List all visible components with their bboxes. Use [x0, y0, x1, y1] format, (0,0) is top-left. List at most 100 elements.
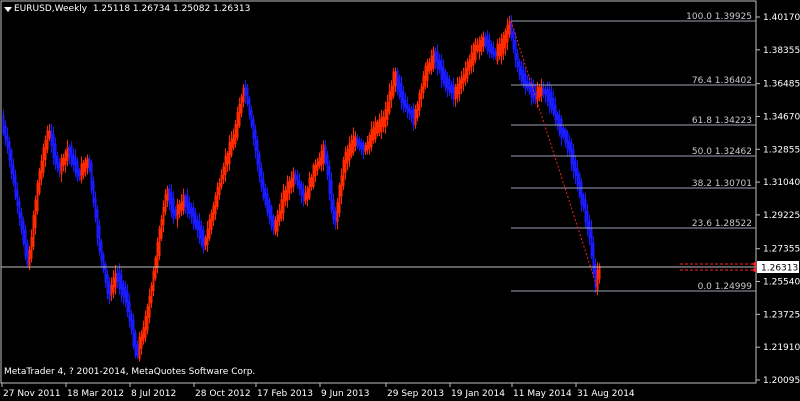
candle-body — [436, 50, 439, 70]
candle-body — [452, 84, 455, 100]
candle-body — [520, 65, 523, 82]
candle-body — [42, 147, 45, 173]
candle-body — [182, 194, 185, 212]
candle-body — [556, 113, 559, 125]
candle-body — [228, 142, 231, 164]
candle-body — [214, 195, 217, 215]
symbol-timeframe: EURUSD,Weekly — [14, 4, 88, 14]
candle-body — [272, 216, 275, 231]
candle-body — [350, 139, 353, 157]
candle-body — [566, 131, 569, 150]
time-axis[interactable]: 27 Nov 2011 18 Mar 2012 8 Jul 2012 28 Oct 2… — [1, 383, 635, 399]
price-chart[interactable]: 100.0 1.39925 76.4 1.36402 61.8 1.34223 50.… — [0, 0, 800, 401]
candle-body — [322, 144, 325, 164]
candle-body — [288, 180, 291, 194]
candle-body — [388, 91, 391, 113]
candle-body — [194, 212, 197, 229]
candle-body — [180, 201, 183, 211]
candle-body — [292, 171, 295, 187]
candle-body — [264, 188, 267, 205]
copyright-text: MetaTrader 4, ? 2001-2014, MetaQuotes So… — [4, 367, 256, 377]
alert-marker-upper[interactable] — [752, 261, 756, 267]
price-axis-label: 1.25540 — [763, 278, 800, 288]
candle-body — [428, 62, 431, 72]
candle-body — [480, 36, 483, 52]
fibonacci-retracement[interactable]: 100.0 1.39925 76.4 1.36402 61.8 1.34223 50.… — [511, 12, 756, 292]
price-axis[interactable]: 1.40170 1.38355 1.36485 1.34670 1.32855 1.310… — [756, 13, 800, 386]
candle-body — [472, 44, 475, 66]
candle-body — [98, 225, 101, 252]
candle-body — [36, 182, 39, 212]
candle-body — [482, 37, 485, 47]
candle-body — [492, 46, 495, 58]
candle-body — [196, 219, 199, 231]
candle-body — [334, 210, 337, 226]
candle-body — [48, 130, 51, 139]
price-axis-label: 1.21910 — [763, 343, 800, 353]
time-axis-label: 11 May 2014 — [513, 389, 572, 399]
candle-body — [252, 119, 255, 139]
candle-body — [422, 75, 425, 93]
candle-body — [374, 121, 377, 140]
candle-body — [198, 220, 201, 240]
candle-body — [226, 152, 229, 166]
candle-body — [168, 188, 171, 205]
candle-body — [570, 142, 573, 165]
candle-body — [354, 136, 357, 147]
candle-body — [286, 181, 289, 201]
candle-body — [94, 197, 97, 219]
candle-body — [210, 212, 213, 230]
candle-body — [66, 147, 69, 161]
time-axis-label: 9 Jun 2013 — [321, 389, 369, 399]
candle-body — [52, 134, 55, 158]
candle-body — [576, 167, 579, 186]
candle-body — [342, 159, 345, 187]
candle-body — [218, 182, 221, 196]
candle-body — [562, 128, 565, 137]
price-axis-label: 1.40170 — [763, 13, 800, 23]
candle-body — [54, 143, 57, 165]
candle-body — [346, 148, 349, 164]
candle-body — [112, 277, 115, 293]
fib-level-label: 50.0 1.32462 — [692, 147, 752, 157]
candle-body — [92, 181, 95, 203]
candle-body — [232, 134, 235, 148]
candle-body — [528, 82, 531, 93]
fib-level-label: 0.0 1.24999 — [698, 282, 753, 292]
alert-marker-lower[interactable] — [752, 267, 756, 273]
candle-body — [20, 212, 23, 230]
candle-body — [368, 134, 371, 150]
candle-body — [510, 22, 513, 38]
candle-body — [338, 184, 341, 214]
chart-menu-arrow-icon[interactable] — [4, 7, 12, 12]
candle-body — [306, 188, 309, 200]
candle-body — [32, 215, 35, 247]
candle-body — [502, 34, 505, 54]
chart-frame — [0, 0, 757, 384]
candle-body — [136, 344, 139, 357]
candle-body — [430, 55, 433, 71]
candle-body — [486, 34, 489, 52]
candle-body — [216, 187, 219, 207]
candle-body — [160, 219, 163, 239]
candle-body — [506, 24, 509, 43]
candle-body — [44, 140, 47, 160]
fib-level-label: 23.6 1.28522 — [692, 219, 752, 229]
time-axis-label: 29 Sep 2013 — [387, 389, 444, 399]
candle-body — [558, 115, 561, 134]
candle-body — [28, 249, 31, 267]
candle-body — [220, 174, 223, 188]
candle-body — [22, 220, 25, 244]
candle-body — [446, 76, 449, 90]
candle-body — [104, 263, 107, 283]
candle-body — [308, 177, 311, 199]
candle-body — [96, 209, 99, 239]
candle-body — [390, 85, 393, 101]
candle-body — [186, 194, 189, 214]
candle-body — [498, 43, 501, 57]
candle-body — [212, 205, 215, 221]
candle-body — [126, 290, 129, 313]
candle-body — [542, 87, 545, 95]
price-axis-label: 1.36485 — [763, 80, 800, 90]
candle-body — [504, 30, 507, 49]
